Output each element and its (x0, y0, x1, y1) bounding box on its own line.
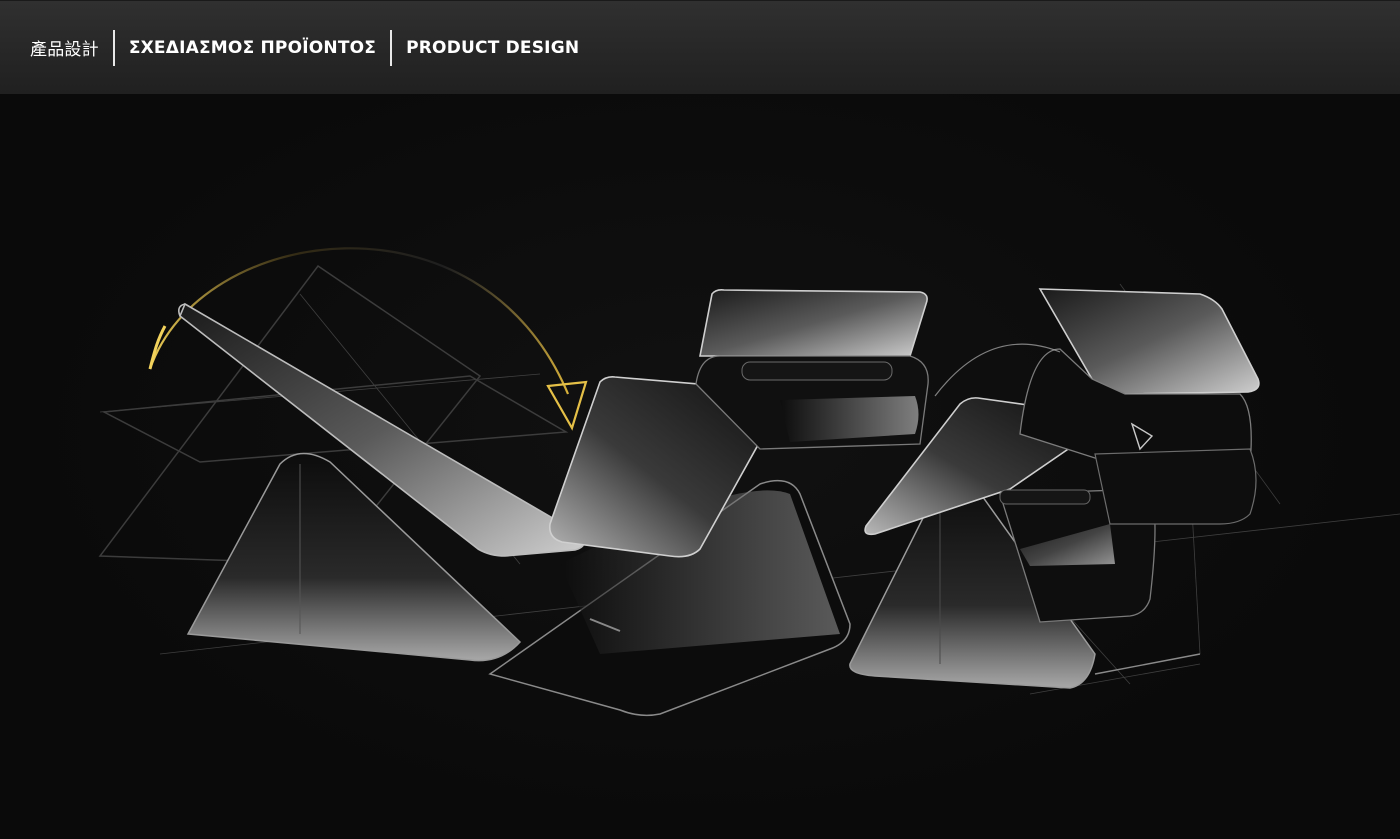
breadcrumb-chinese: 產品設計 (30, 40, 99, 60)
product-illustration-area (0, 94, 1400, 839)
breadcrumb-divider (390, 29, 393, 66)
page: 產品設計 ΣΧΕΔΙΑΣΜΟΣ ΠΡΟΪΟΝΤΟΣ PRODUCT DESIGN (0, 0, 1400, 839)
product-sketch-illustration (98, 247, 1400, 717)
header-bar: 產品設計 ΣΧΕΔΙΑΣΜΟΣ ΠΡΟΪΟΝΤΟΣ PRODUCT DESIGN (0, 0, 1400, 94)
breadcrumb-divider (112, 29, 115, 66)
breadcrumb-english: PRODUCT DESIGN (406, 37, 580, 58)
rotation-arc-start (148, 325, 167, 370)
product-stand-left (178, 302, 585, 662)
breadcrumb-greek: ΣΧΕΔΙΑΣΜΟΣ ΠΡΟΪΟΝΤΟΣ (128, 37, 377, 58)
